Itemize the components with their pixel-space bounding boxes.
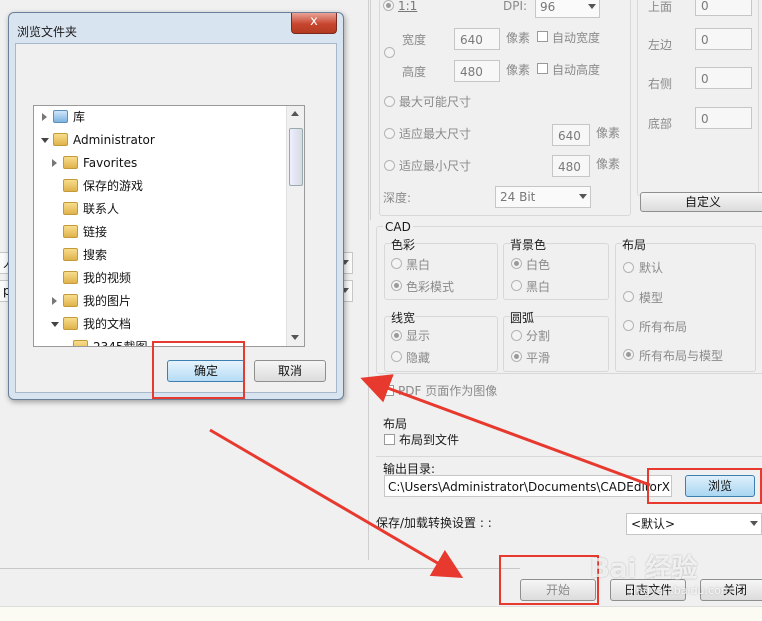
arrow-browse-to-ok	[360, 374, 651, 487]
arrow-to-start	[209, 428, 464, 579]
watermark-brand: Bai 经验	[590, 554, 698, 584]
watermark-sub: jingyan.baidu.com	[630, 584, 732, 597]
annotation-arrows	[209, 374, 651, 579]
watermark-logo: Bai 经验	[590, 548, 697, 585]
